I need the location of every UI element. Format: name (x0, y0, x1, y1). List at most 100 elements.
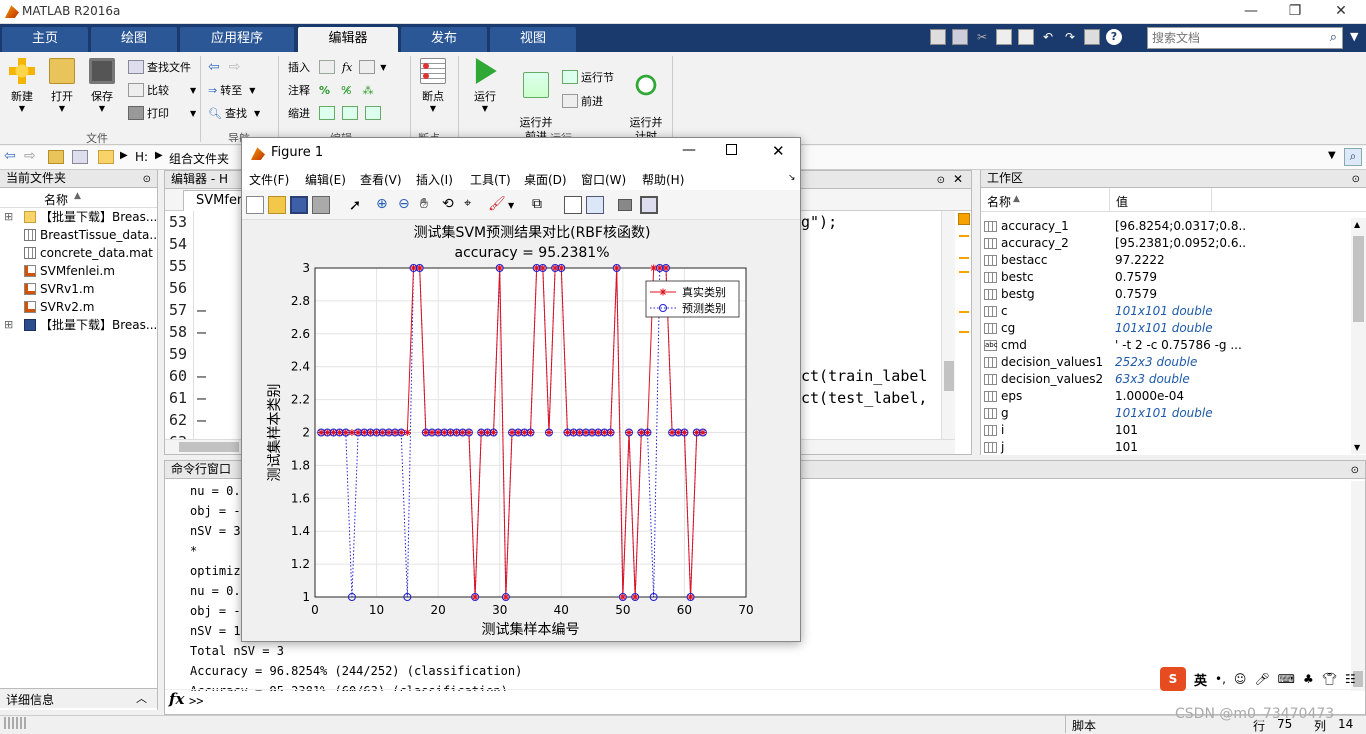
search-input[interactable] (1148, 28, 1318, 47)
brush-dropdown-icon[interactable]: ▼ (508, 201, 526, 219)
save-icon[interactable] (952, 29, 968, 45)
tab-view[interactable]: 视图 (490, 27, 576, 52)
cut-icon[interactable]: ✂ (974, 29, 990, 45)
close-button[interactable]: ✕ (1318, 0, 1364, 24)
variable-row[interactable]: eps 1.0000e-04 (981, 388, 1349, 405)
path-folder[interactable]: 组合文件夹 (169, 150, 229, 167)
pointer-icon[interactable]: ➚ (346, 196, 364, 214)
menu-view[interactable]: 查看(V) (360, 171, 402, 188)
menu-window[interactable]: 窗口(W) (581, 171, 626, 188)
ime-keyboard-icon[interactable]: ⌨ (1278, 672, 1295, 686)
file-item[interactable]: BreastTissue_data... (0, 226, 157, 244)
figure-maximize-button[interactable] (726, 144, 737, 155)
hscroll-thumb[interactable] (179, 442, 239, 452)
breakpoint-marker[interactable]: — (197, 409, 206, 431)
run-button[interactable]: 运行 ▼ (466, 58, 504, 113)
ime-mic-icon[interactable]: 🎤︎ (1254, 672, 1269, 686)
compare-button[interactable]: 比较 ▼ (128, 81, 196, 99)
new-figure-icon[interactable] (246, 196, 264, 214)
editor-file-tab[interactable]: SVMfen (183, 190, 243, 211)
chevron-up-icon[interactable]: ︿ (136, 690, 147, 706)
variable-row[interactable]: accuracy_1 [96.8254;0.0317;0.8... (981, 218, 1349, 235)
layout-icon[interactable] (930, 29, 946, 45)
save-button[interactable]: 保存 ▼ (86, 58, 118, 113)
tab-editor[interactable]: 编辑器 (298, 27, 398, 52)
workspace-scrollbar[interactable]: ▲ ▼ (1351, 218, 1366, 454)
close-panel-icon[interactable]: ✕ (953, 171, 963, 188)
back-icon[interactable]: ⇦ (4, 148, 16, 164)
menu-help[interactable]: 帮助(H) (642, 171, 684, 188)
comment-button[interactable]: 注释% %̸ ⁂ (288, 81, 386, 99)
data-cursor-icon[interactable]: ⌖ (464, 196, 482, 214)
variable-row[interactable]: bestc 0.7579 (981, 269, 1349, 286)
ime-language-icon[interactable]: 英 (1194, 670, 1207, 689)
figure-minimize-button[interactable]: — (682, 142, 696, 158)
editor-scrollbar[interactable] (941, 211, 955, 439)
tab-publish[interactable]: 发布 (401, 27, 487, 52)
insert-function-icon[interactable] (359, 60, 376, 74)
hide-plot-tools-icon[interactable] (618, 199, 632, 211)
fx-icon[interactable]: fx (342, 61, 352, 74)
breakpoints-button[interactable]: 断点 ▼ (416, 58, 450, 113)
panel-menu-icon[interactable]: ⊙ (1352, 171, 1360, 188)
ribbon-collapse-icon[interactable]: ▼ (1350, 30, 1358, 43)
print-figure-icon[interactable] (312, 196, 330, 214)
browse-icon[interactable] (72, 150, 88, 164)
value-column-header[interactable]: 值 (1116, 193, 1128, 210)
find-button[interactable]: 🔍︎ 查找 ▼ (208, 104, 260, 122)
ime-punct-icon[interactable]: •, (1215, 672, 1226, 686)
breakpoint-marker[interactable]: — (197, 387, 206, 409)
command-scrollbar[interactable] (1351, 481, 1365, 691)
redo-icon[interactable]: ↷ (1062, 29, 1078, 45)
new-button[interactable]: 新建 ▼ (6, 58, 38, 113)
up-folder-icon[interactable] (48, 150, 64, 164)
zoom-in-icon[interactable]: ⊕ (376, 196, 394, 214)
zoom-out-icon[interactable]: ⊖ (398, 196, 416, 214)
colorbar-icon[interactable] (564, 196, 582, 214)
uncomment-icon[interactable]: %̸ (341, 84, 351, 97)
menu-desktop[interactable]: 桌面(D) (524, 171, 567, 188)
pan-hand-icon[interactable]: ✋︎ (420, 196, 438, 214)
breakpoint-marker[interactable]: — (197, 299, 206, 321)
variable-row[interactable]: abc cmd ' -t 2 -c 0.75786 -g ... (981, 337, 1349, 354)
panel-menu-icon[interactable]: ⊙ (937, 172, 945, 189)
find-files-button[interactable]: 查找文件 (128, 58, 196, 76)
scroll-down-icon[interactable]: ▼ (1354, 443, 1360, 452)
print-button[interactable]: 打印 ▼ (128, 104, 196, 122)
scroll-thumb[interactable] (1353, 236, 1364, 322)
variable-row[interactable]: j 101 (981, 439, 1349, 454)
run-and-time-button[interactable]: 运行并 计时 (624, 58, 668, 144)
ime-emoji-icon[interactable]: ☺ (1234, 672, 1247, 686)
file-item[interactable]: SVRv2.m (0, 298, 157, 316)
variable-row[interactable]: bestacc 97.2222 (981, 252, 1349, 269)
rotate-3d-icon[interactable]: ⟲ (442, 196, 460, 214)
goto-button[interactable]: ⇒ 转至 ▼ (208, 81, 260, 99)
variable-row[interactable]: bestg 0.7579 (981, 286, 1349, 303)
tab-apps[interactable]: 应用程序 (180, 27, 294, 52)
back-arrow-icon[interactable]: ⇦ (208, 59, 220, 75)
variable-row[interactable]: g 101x101 double (981, 405, 1349, 422)
expand-icon[interactable]: ⊞ (4, 316, 13, 334)
link-plot-icon[interactable]: ⧉ (532, 196, 550, 214)
function-browser-icon[interactable]: fx (169, 690, 184, 708)
column-header[interactable]: 名称 ▲ (0, 188, 157, 208)
help-icon[interactable]: ? (1106, 29, 1122, 45)
search-icon[interactable]: ⌕ (1330, 30, 1337, 45)
warning-square-icon[interactable] (958, 213, 970, 225)
indent-button[interactable]: 缩进 (288, 104, 386, 122)
wrap-comment-icon[interactable]: ⁂ (362, 84, 373, 97)
panel-menu-icon[interactable]: ⊙ (143, 171, 151, 188)
maximize-button[interactable]: ❐ (1272, 0, 1318, 24)
variable-row[interactable]: accuracy_2 [95.2381;0.0952;0.6... (981, 235, 1349, 252)
variable-row[interactable]: decision_values2 63x3 double (981, 371, 1349, 388)
decrease-indent-icon[interactable] (365, 106, 381, 120)
expand-icon[interactable]: ⊞ (4, 208, 13, 226)
file-item[interactable]: concrete_data.mat (0, 244, 157, 262)
switch-windows-icon[interactable] (1084, 29, 1100, 45)
save-figure-icon[interactable] (290, 196, 308, 214)
variable-row[interactable]: i 101 (981, 422, 1349, 439)
back-forward-buttons[interactable]: ⇦ ⇨ (208, 58, 260, 76)
show-plot-tools-icon[interactable] (640, 196, 658, 214)
menu-file[interactable]: 文件(F) (249, 171, 289, 188)
figure-close-button[interactable]: ✕ (772, 142, 785, 160)
